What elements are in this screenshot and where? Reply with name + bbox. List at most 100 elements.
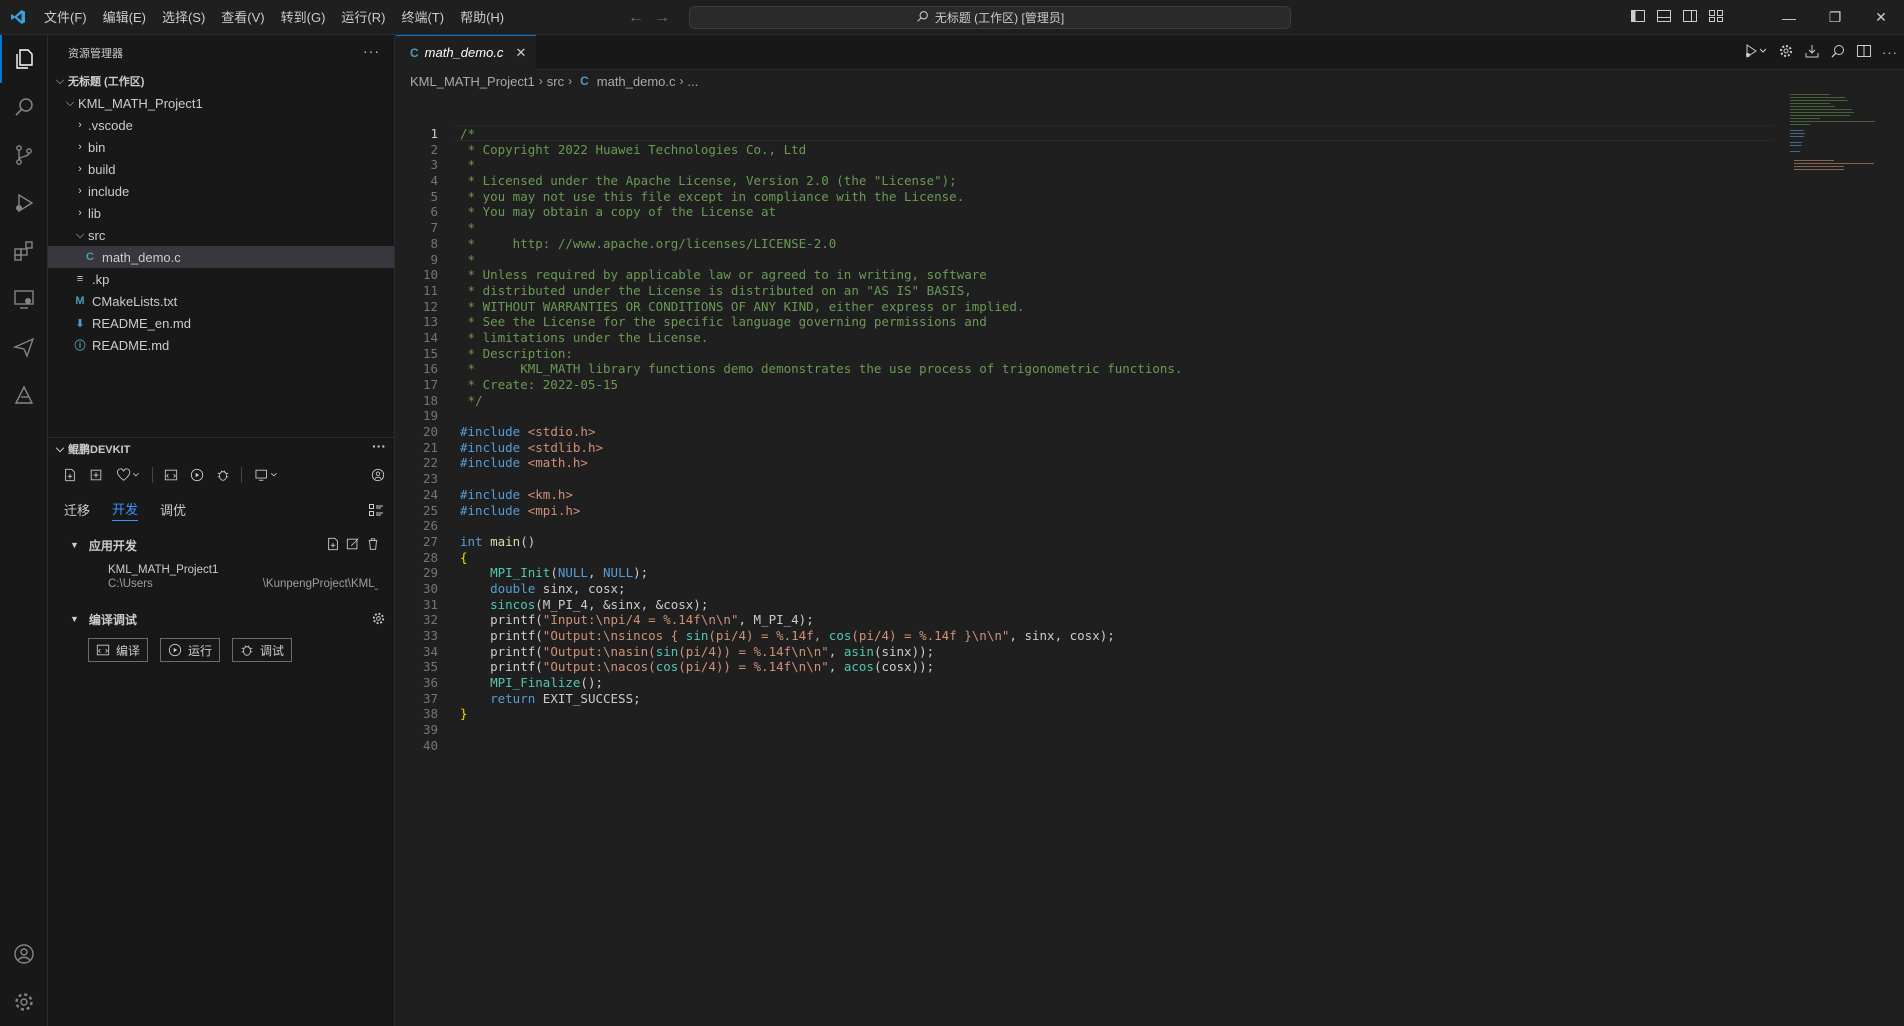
tree-item-kp[interactable]: ≡ .kp <box>48 268 394 290</box>
chevron-right-icon: › <box>679 74 684 88</box>
more-actions-icon[interactable]: ··· <box>363 43 380 59</box>
kunpeng-devkit-icon[interactable] <box>0 371 48 419</box>
new-file-icon[interactable] <box>62 467 78 483</box>
tree-item-label: .kp <box>92 271 110 287</box>
health-dropdown-icon[interactable] <box>114 467 142 483</box>
tree-item-label: math_demo.c <box>102 249 181 265</box>
line-number: 28 <box>422 549 438 565</box>
compile-button[interactable]: 编译 <box>88 638 149 662</box>
remote-explorer-icon[interactable] <box>0 275 48 323</box>
code-line: printf("Output:\nsincos { sin(pi/4) = %.… <box>460 628 1115 643</box>
tab-migration[interactable]: 迁移 <box>64 500 90 521</box>
line-number: 38 <box>422 706 438 722</box>
menu-item-3[interactable]: 查看(V) <box>213 0 272 35</box>
tree-item-lib[interactable]: › lib <box>48 202 394 224</box>
toggle-primary-sidebar-icon[interactable] <box>1630 8 1646 27</box>
import-icon[interactable] <box>88 467 104 483</box>
code-line: * See the License for the specific langu… <box>460 314 987 330</box>
command-center[interactable]: 无标题 (工作区) [管理员] <box>689 6 1291 29</box>
breadcrumb-item[interactable]: ... <box>688 74 699 89</box>
account-icon[interactable] <box>370 467 386 483</box>
tree-item-readme-md[interactable]: ⓘ README.md <box>48 334 394 356</box>
delete-icon[interactable] <box>366 537 380 554</box>
tree-item-readme-en-md[interactable]: ⬇ README_en.md <box>48 312 394 334</box>
editor-actions: ··· <box>1744 35 1898 70</box>
breadcrumb-item[interactable]: math_demo.c <box>597 74 676 89</box>
tree-item-build[interactable]: › build <box>48 158 394 180</box>
info-icon: ⓘ <box>74 340 86 352</box>
editor-tab-math-demo[interactable]: C math_demo.c ✕ <box>396 34 537 70</box>
settings-gear-icon[interactable] <box>0 978 48 1026</box>
breadcrumb-item[interactable]: src <box>547 74 564 89</box>
tree-item-bin[interactable]: › bin <box>48 136 394 158</box>
accounts-icon[interactable] <box>0 930 48 978</box>
tree-item-math-demo-c[interactable]: Cmath_demo.c <box>48 246 394 268</box>
workspace-row[interactable]: ⌵ 无标题 (工作区) <box>48 70 394 92</box>
close-icon[interactable]: ✕ <box>515 45 526 61</box>
deploy-dropdown-icon[interactable] <box>252 467 280 483</box>
extensions-icon[interactable] <box>0 227 48 275</box>
split-editor-icon[interactable] <box>1856 43 1872 62</box>
code-content[interactable]: /* * Copyright 2022 Huawei Technologies … <box>460 126 1182 754</box>
devkit-header[interactable]: ⌵ 鲲鹏DEVKIT ··· <box>48 438 394 460</box>
app-dev-section[interactable]: ▼ 应用开发 <box>48 530 394 560</box>
code-editor[interactable]: 1 2 3 4 5 6 7 8 9 10 11 12 13 14 15 16 17 18 19 20 21 22 23 24 2… <box>396 92 1904 1026</box>
line-number: 18 <box>422 392 438 408</box>
cmake-file-icon: M <box>75 295 85 307</box>
search-icon[interactable] <box>0 83 48 131</box>
more-actions-icon[interactable]: ··· <box>1882 45 1898 60</box>
run-icon[interactable] <box>189 467 205 483</box>
menu-item-1[interactable]: 编辑(E) <box>95 0 154 35</box>
menu-item-7[interactable]: 帮助(H) <box>452 0 512 35</box>
tree-item-src[interactable]: ⌵ src <box>48 224 394 246</box>
settings-gear-icon[interactable] <box>371 611 386 629</box>
close-window-icon[interactable]: ✕ <box>1858 0 1904 35</box>
compile-icon[interactable] <box>163 467 179 483</box>
new-project-icon[interactable] <box>326 537 340 554</box>
menu-item-0[interactable]: 文件(F) <box>36 0 95 35</box>
project-name[interactable]: KML_MATH_Project1 <box>48 564 394 576</box>
toggle-secondary-sidebar-icon[interactable] <box>1682 8 1698 27</box>
run-debug-dropdown-icon[interactable] <box>1744 43 1768 62</box>
more-actions-icon[interactable]: ··· <box>372 438 386 454</box>
settings-gear-icon[interactable] <box>1778 43 1794 62</box>
chevron-right-icon: › <box>538 74 543 88</box>
tab-tuning[interactable]: 调优 <box>160 500 186 521</box>
tree-item-label: README_en.md <box>92 315 191 331</box>
run-icon <box>168 643 182 657</box>
line-number: 2 <box>430 141 438 157</box>
project-folder-row[interactable]: ⌵ KML_MATH_Project1 <box>48 92 394 114</box>
code-line: * you may not use this file except in co… <box>460 188 965 204</box>
menu-item-2[interactable]: 选择(S) <box>154 0 213 35</box>
build-debug-section[interactable]: ▼ 编译调试 <box>48 604 394 634</box>
tree-item-label: .vscode <box>88 117 133 133</box>
menu-item-4[interactable]: 转到(G) <box>273 0 334 35</box>
tree-item-cmakelists-txt[interactable]: M CMakeLists.txt <box>48 290 394 312</box>
tab-development[interactable]: 开发 <box>112 499 139 521</box>
debug-bug-icon[interactable] <box>215 467 231 483</box>
minimize-icon[interactable]: — <box>1766 0 1812 35</box>
source-control-icon[interactable] <box>0 131 48 179</box>
run-debug-icon[interactable] <box>0 179 48 227</box>
explorer-icon[interactable] <box>0 35 48 83</box>
menu-item-5[interactable]: 运行(R) <box>333 0 393 35</box>
send-icon[interactable] <box>0 323 48 371</box>
restore-icon[interactable]: ❐ <box>1812 0 1858 35</box>
minimap[interactable] <box>1790 92 1890 182</box>
download-icon[interactable] <box>1804 43 1820 62</box>
code-line: printf("Output:\nasin(sin(pi/4)) = %.14f… <box>460 643 935 659</box>
customize-layout-icon[interactable] <box>1708 8 1724 27</box>
forward-arrow-icon[interactable]: → <box>654 9 670 27</box>
tree-item-vscode[interactable]: › .vscode <box>48 114 394 136</box>
tree-item-include[interactable]: › include <box>48 180 394 202</box>
back-arrow-icon[interactable]: ← <box>628 9 644 27</box>
list-view-icon[interactable] <box>368 502 384 521</box>
debug-button[interactable]: 调试 <box>232 638 293 662</box>
line-number: 40 <box>422 737 438 753</box>
search-icon[interactable] <box>1830 43 1846 62</box>
breadcrumb-item[interactable]: KML_MATH_Project1 <box>410 74 535 89</box>
edit-project-icon[interactable] <box>346 537 360 554</box>
menu-item-6[interactable]: 终端(T) <box>393 0 452 35</box>
toggle-panel-icon[interactable] <box>1656 8 1672 27</box>
run-button[interactable]: 运行 <box>160 638 221 662</box>
